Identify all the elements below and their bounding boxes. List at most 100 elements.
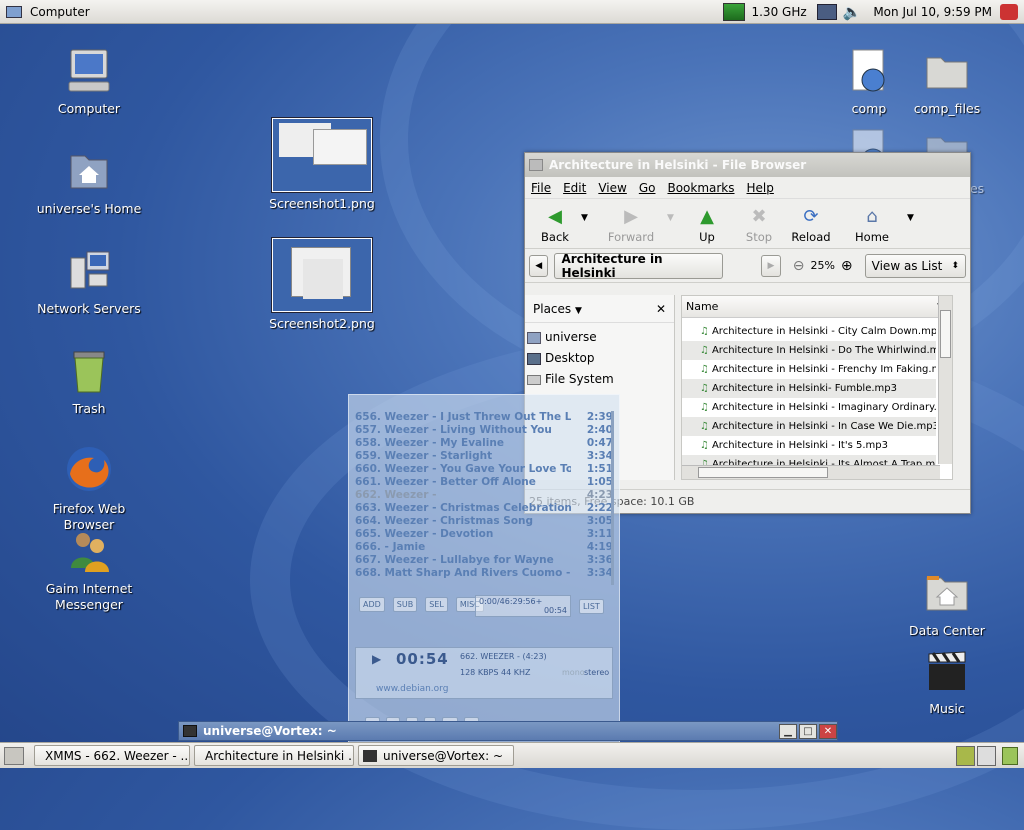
file-row[interactable]: ♫ Architecture in Helsinki - Frenchy Im F… <box>682 360 936 379</box>
network-servers-icon <box>70 251 110 289</box>
playlist-row[interactable]: 658. Weezer - My Evaline 0:47 <box>355 437 613 450</box>
window-title: Architecture in Helsinki - File Browser <box>549 158 807 172</box>
desktop-icon-screenshot2[interactable]: Screenshot2.png <box>262 238 382 332</box>
toolbar-overflow-dropdown[interactable]: ▼ <box>907 213 914 223</box>
back-history-dropdown[interactable]: ▼ <box>581 213 595 223</box>
menu-edit[interactable]: Edit <box>563 181 586 195</box>
workspace-switcher[interactable] <box>956 745 996 766</box>
playlist-row[interactable]: 657. Weezer - Living Without You 2:40 <box>355 424 613 437</box>
volume-icon[interactable]: 🔈 <box>843 3 862 21</box>
menu-help[interactable]: Help <box>747 181 774 195</box>
close-sidebar-icon[interactable]: ✕ <box>656 302 666 316</box>
desktop-icon-music[interactable]: Music <box>887 648 1007 717</box>
trash-applet-icon[interactable] <box>1002 746 1018 765</box>
column-header-name[interactable]: Name▼ <box>682 296 952 318</box>
places-label: Places <box>533 301 572 316</box>
playlist-row[interactable]: 668. Matt Sharp And Rivers Cuomo - Mrs..… <box>355 567 613 580</box>
vertical-scrollbar[interactable] <box>938 296 952 464</box>
time-display[interactable]: 00:54 <box>396 650 449 668</box>
scrollbar-thumb[interactable] <box>940 310 951 358</box>
playlist-row[interactable]: 666. - Jamie 4:19 <box>355 541 613 554</box>
zoom-in-icon[interactable]: ⊕ <box>841 258 853 274</box>
desktop-icon-computer[interactable]: Computer <box>29 48 149 117</box>
stop-button[interactable]: ✖ Stop <box>733 205 785 245</box>
desktop-icon-data-center[interactable]: Data Center <box>887 570 1007 639</box>
place-universe[interactable]: universe <box>527 327 672 348</box>
desktop-icon-label: Computer <box>57 101 121 116</box>
zoom-level[interactable]: 25% <box>810 259 834 272</box>
playlist-track-duration: 1:05 <box>586 476 613 488</box>
location-back-button[interactable]: ◀ <box>529 254 549 277</box>
view-mode-select[interactable]: View as List ⬍ <box>864 253 966 278</box>
file-row[interactable]: ♫ Architecture In Helsinki - Do The Whirl… <box>682 341 936 360</box>
file-name: Architecture in Helsinki - Frenchy Im Fa… <box>711 364 936 375</box>
playlist-row[interactable]: 660. Weezer - You Gave Your Love To M...… <box>355 463 613 476</box>
horizontal-scrollbar[interactable] <box>682 465 940 479</box>
taskbar-item-xmms[interactable]: XMMS - 662. Weezer - ... <box>34 745 190 766</box>
menu-file[interactable]: File <box>531 181 551 195</box>
location-path-button[interactable]: Architecture in Helsinki <box>554 252 724 280</box>
file-row[interactable]: ♫ Architecture in Helsinki- Fumble.mp3 <box>682 379 936 398</box>
cpu-frequency-icon[interactable] <box>723 3 746 21</box>
playlist-row[interactable]: 667. Weezer - Lullabye for Wayne 3:36 <box>355 554 613 567</box>
file-row[interactable]: ♫ Architecture in Helsinki - In Case We D… <box>682 417 936 436</box>
place-file-system[interactable]: File System <box>527 369 672 390</box>
playlist-list-button[interactable]: LIST <box>579 599 604 614</box>
playlist-row[interactable]: 663. Weezer - Christmas Celebration 2:22 <box>355 502 613 515</box>
playlist-row[interactable]: 656. Weezer - I Just Threw Out The Love … <box>355 411 613 424</box>
menu-go[interactable]: Go <box>639 181 656 195</box>
scrollbar-thumb[interactable] <box>698 467 828 478</box>
playlist-track-title: 664. Weezer - Christmas Song <box>355 515 534 527</box>
file-name: Architecture in Helsinki - It's 5.mp3 <box>711 440 888 451</box>
gaim-icon <box>71 533 109 572</box>
zoom-out-icon[interactable]: ⊖ <box>793 258 805 274</box>
desktop-icon-screenshot1[interactable]: Screenshot1.png <box>262 118 382 212</box>
desktop-icon-gaim[interactable]: Gaim Internet Messenger <box>29 528 149 613</box>
playlist-row[interactable]: 662. Weezer - 4:23 <box>355 489 613 502</box>
file-row[interactable]: ♫ Architecture in Helsinki - It's 5.mp3 <box>682 436 936 455</box>
playlist-row[interactable]: 659. Weezer - Starlight 3:34 <box>355 450 613 463</box>
desktop-icon-trash[interactable]: Trash <box>29 348 149 417</box>
desktop-icon-network-servers[interactable]: Network Servers <box>29 248 149 317</box>
terminal-window-titlebar[interactable]: universe@Vortex: ~ ▁ □ ✕ <box>178 721 838 741</box>
forward-history-dropdown[interactable]: ▼ <box>667 213 681 223</box>
playlist-row[interactable]: 664. Weezer - Christmas Song 3:05 <box>355 515 613 528</box>
playlist-row[interactable]: 665. Weezer - Devotion 3:11 <box>355 528 613 541</box>
back-button[interactable]: ◀ Back <box>529 205 581 245</box>
location-forward-button[interactable]: ▶ <box>761 254 781 277</box>
xmms-playlist: 656. Weezer - I Just Threw Out The Love … <box>355 411 613 587</box>
close-button[interactable]: ✕ <box>819 723 837 739</box>
clock[interactable]: Mon Jul 10, 9:59 PM <box>873 5 992 19</box>
show-desktop-icon[interactable] <box>4 746 24 765</box>
playlist-row[interactable]: 661. Weezer - Better Off Alone 1:05 <box>355 476 613 489</box>
up-button[interactable]: ▲ Up <box>681 205 733 245</box>
back-arrow-icon: ◀ <box>548 205 562 227</box>
menu-view[interactable]: View <box>598 181 626 195</box>
stop-icon: ✖ <box>751 205 767 227</box>
reload-button[interactable]: ⟳ Reload <box>785 205 837 245</box>
forward-button[interactable]: ▶ Forward <box>595 205 667 245</box>
window-titlebar[interactable]: Architecture in Helsinki - File Browser <box>525 153 970 177</box>
desktop-icon <box>527 352 541 365</box>
desktop-icon-home[interactable]: universe's Home <box>29 148 149 217</box>
maximize-button[interactable]: □ <box>799 723 817 739</box>
network-icon[interactable] <box>816 4 837 20</box>
file-row[interactable]: ♫ Architecture in Helsinki - Imaginary Or… <box>682 398 936 417</box>
file-row[interactable]: ♫ Architecture in Helsinki - City Calm Do… <box>682 322 936 341</box>
playlist-sub-button[interactable]: SUB <box>392 597 418 612</box>
minimize-button[interactable]: ▁ <box>779 723 797 739</box>
desktop-icon-firefox[interactable]: Firefox Web Browser <box>29 444 149 533</box>
place-desktop[interactable]: Desktop <box>527 348 672 369</box>
computer-menu[interactable]: Computer <box>0 0 96 24</box>
home-button[interactable]: ⌂ Home <box>837 205 907 245</box>
playlist-scrollbar[interactable] <box>611 411 614 585</box>
playlist-add-button[interactable]: ADD <box>359 597 385 612</box>
menu-bookmarks[interactable]: Bookmarks <box>667 181 734 195</box>
desktop-icon-comp-files[interactable]: comp_files <box>887 48 1007 117</box>
playlist-sel-button[interactable]: SEL <box>425 597 448 612</box>
playlist-track-title: 665. Weezer - Devotion <box>355 528 494 540</box>
logout-icon[interactable] <box>1000 4 1018 20</box>
taskbar-item-terminal[interactable]: universe@Vortex: ~ <box>358 745 514 766</box>
places-dropdown[interactable]: Places ▼ <box>533 302 582 316</box>
taskbar-item-file-browser[interactable]: Architecture in Helsinki ... <box>194 745 354 766</box>
